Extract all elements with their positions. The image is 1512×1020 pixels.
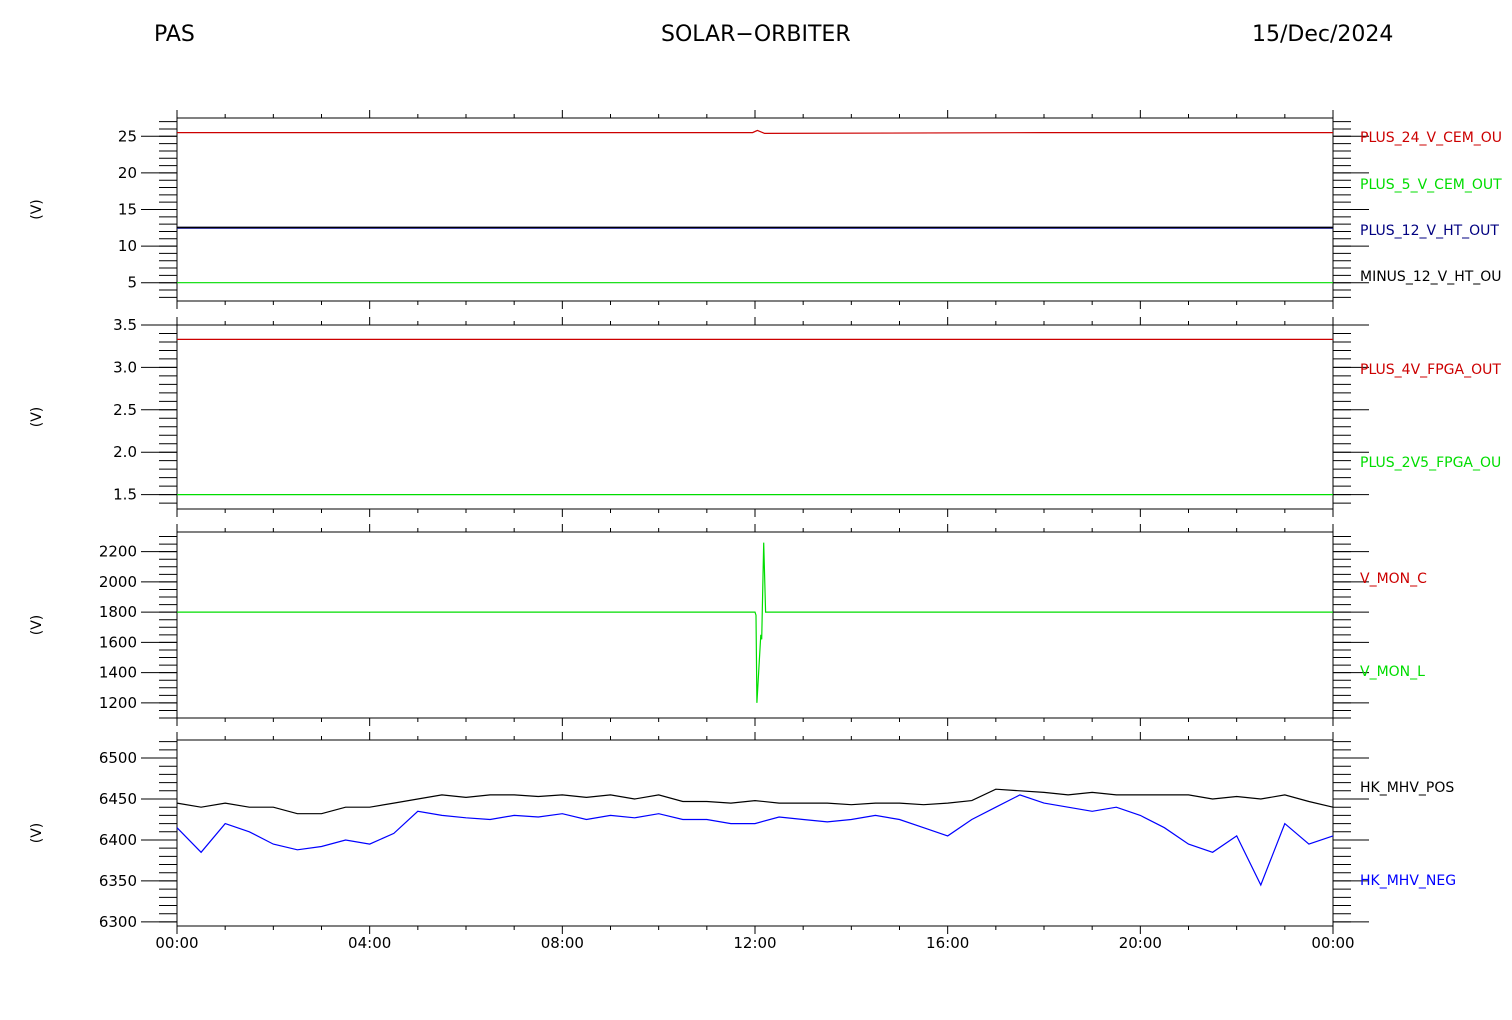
panel-3-ylabel: (V) (29, 615, 45, 636)
x-tick-label: 08:00 (541, 934, 584, 952)
x-tick-label: 04:00 (348, 934, 391, 952)
x-tick-label: 12:00 (733, 934, 776, 952)
y-tick-label: 2.0 (113, 443, 137, 461)
legend-plus-12-v-ht-out: PLUS_12_V_HT_OUT (1360, 223, 1499, 239)
x-tick-label: 00:00 (155, 934, 198, 952)
y-tick-label: 3.0 (113, 358, 137, 376)
housekeeping-chart: 5 10 15 20 25 (V) PLUS_24_V_CEM_OU PLUS_5_V_CEM… (29, 110, 1502, 952)
y-tick-label: 2000 (99, 573, 137, 591)
y-tick-label: 6300 (99, 913, 137, 931)
panel-1-ylabel: (V) (29, 199, 45, 220)
y-tick-label: 15 (118, 201, 137, 219)
y-tick-label: 1400 (99, 664, 137, 682)
series-plus-24-v-cem-out-line (177, 129, 1333, 135)
x-tick-label: 16:00 (926, 934, 969, 952)
x-tick-label: 00:00 (1311, 934, 1354, 952)
legend-hk-mhv-pos: HK_MHV_POS (1360, 780, 1454, 796)
legend-plus-2v5-fpga-out: PLUS_2V5_FPGA_OU (1360, 455, 1501, 471)
legend-hk-mhv-neg: HK_MHV_NEG (1360, 873, 1456, 889)
legend-minus-12-v-ht-out: MINUS_12_V_HT_OU (1360, 269, 1502, 285)
legend-plus-24-v-cem-out: PLUS_24_V_CEM_OU (1360, 130, 1502, 146)
y-tick-label: 6500 (99, 749, 137, 767)
y-tick-label: 6450 (99, 790, 137, 808)
y-tick-label: 6350 (99, 872, 137, 890)
x-tick-label: 20:00 (1119, 934, 1162, 952)
series-hk-mhv-neg-line (176, 794, 1334, 887)
y-tick-label: 1600 (99, 633, 137, 651)
panel-3-frame (176, 531, 1334, 719)
y-tick-label: 2200 (99, 543, 137, 561)
y-tick-label: 1800 (99, 603, 137, 621)
legend-v-mon-c: V_MON_C (1360, 571, 1427, 587)
series-hk-mhv-pos-line (176, 788, 1334, 815)
panel-4-ylabel: (V) (29, 823, 45, 844)
y-tick-label: 10 (118, 237, 137, 255)
panel-4-frame (176, 739, 1334, 927)
y-tick-label: 1200 (99, 694, 137, 712)
panel-2-ylabel: (V) (29, 407, 45, 428)
y-tick-label: 1.5 (113, 486, 137, 504)
legend-plus-4v-fpga-out: PLUS_4V_FPGA_OUT (1360, 362, 1501, 378)
y-tick-label: 5 (127, 274, 137, 292)
legend-plus-5-v-cem-out: PLUS_5_V_CEM_OUT (1360, 177, 1502, 193)
y-tick-label: 3.5 (113, 316, 137, 334)
y-tick-label: 2.5 (113, 401, 137, 419)
panel-2-frame (176, 324, 1334, 510)
series-v-mon-l-line (177, 542, 1333, 703)
y-tick-label: 20 (118, 164, 137, 182)
y-tick-label: 25 (118, 127, 137, 145)
panel-1-frame (176, 117, 1334, 302)
y-tick-label: 6400 (99, 831, 137, 849)
legend-v-mon-l: V_MON_L (1360, 664, 1425, 680)
